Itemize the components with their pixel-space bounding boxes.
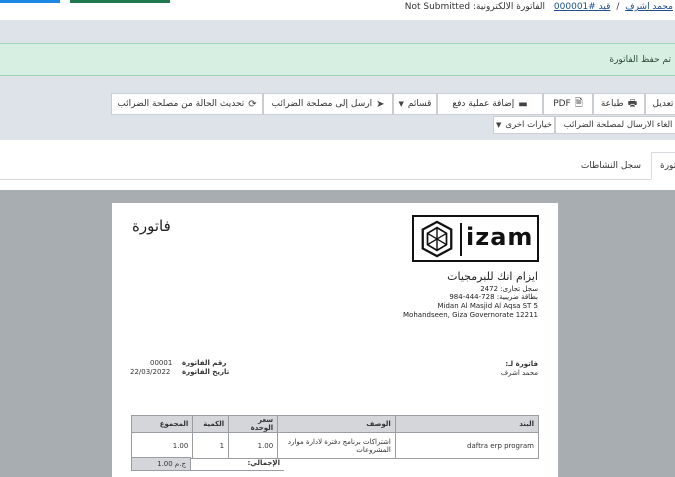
invoice-total-value: 1.00 ج.م <box>131 457 191 471</box>
bill-to-name: محمد اشرف <box>500 369 538 377</box>
line-total: 1.00 <box>130 432 194 459</box>
breadcrumb-separator: / <box>616 2 620 12</box>
company-address-line-2: Mohandseen, Giza Governorate 12211 <box>403 311 538 319</box>
invoice-heading: فاتورة <box>132 217 171 235</box>
tab-invoice-label: فاتورة <box>660 161 675 171</box>
print-label: طباعة <box>600 99 624 109</box>
invoice-total-row: 1.00 ج.م الإجمالي: <box>131 457 284 471</box>
send-to-tax-label: ارسل إلى مصلحة الضرائب <box>271 99 373 109</box>
column-header-item: البند <box>394 415 540 433</box>
company-logo: izam <box>412 215 539 262</box>
izam-logo-icon <box>421 220 453 258</box>
invoice-number: 00001 <box>150 359 173 367</box>
column-header-quantity: الكمية <box>192 415 230 433</box>
cancel-tax-send-label: الغاء الارسال لمصلحة الضرائب <box>563 120 673 130</box>
invoice-items-table: المجموع الكمية سعر الوحدة الوصف البند 1.… <box>130 415 540 459</box>
column-header-unit-price: سعر الوحدة <box>228 415 279 433</box>
logo-divider <box>460 223 462 256</box>
caret-down-icon: ▼ <box>398 100 404 108</box>
e-invoice-status: Not Submitted <box>404 2 471 12</box>
bill-to-label: فاتورة لـ: <box>505 360 538 368</box>
add-payment-button[interactable]: ▬ إضافة عملية دفع <box>437 93 543 115</box>
invoice-date: 22/03/2022 <box>130 368 171 376</box>
success-alert: تم حفظ الفاتورة <box>0 43 675 76</box>
company-address-line-1: Midan Al Masjid Al Aqsa ST 5 <box>437 302 539 310</box>
edit-label: تعديل <box>652 99 674 109</box>
logo-text: izam <box>466 223 534 251</box>
tab-activity-log[interactable]: سجل النشاطات <box>573 152 649 180</box>
breadcrumb-entry-link[interactable]: قيد #000001 <box>554 2 611 12</box>
caret-down-icon: ▼ <box>496 121 502 129</box>
commercial-register: سجل تجارى: 2472 <box>480 285 538 293</box>
breadcrumb-user-link[interactable]: محمد اشرف <box>625 2 673 12</box>
pdf-button[interactable]: 🗎 PDF <box>543 93 593 115</box>
action-toolbar: تعديل 🖶 طباعة 🗎 PDF ▬ إضافة عملية دفع قس… <box>0 90 675 140</box>
refresh-tax-status-button[interactable]: ⟳ تحديث الحالة من مصلحة الضرائب <box>111 93 263 115</box>
credit-card-icon: ▬ <box>518 98 528 110</box>
invoice-date-label: تاريخ الفاتورة <box>182 368 230 376</box>
pdf-file-icon: 🗎 <box>574 97 583 109</box>
refresh-icon: ⟳ <box>248 98 257 110</box>
templates-label: قسائم <box>407 99 432 109</box>
invoice-paper: فاتورة izam ايزام انك للبرمجيات سجل تجار… <box>112 203 558 477</box>
send-to-tax-button[interactable]: ➤ ارسل إلى مصلحة الضرائب <box>263 93 393 115</box>
tax-card: بطاقة ضريبية: 728-444-984 <box>449 293 538 301</box>
table-header-row: المجموع الكمية سعر الوحدة الوصف البند <box>130 415 540 433</box>
pdf-label: PDF <box>553 99 571 109</box>
add-payment-label: إضافة عملية دفع <box>452 99 515 109</box>
top-bar: محمد اشرف / قيد #000001 الفاتورة الالكتر… <box>0 0 675 20</box>
column-header-description: الوصف <box>277 415 396 433</box>
edit-button[interactable]: تعديل <box>645 93 675 115</box>
templates-dropdown[interactable]: قسائم ▼ <box>393 93 437 115</box>
e-invoice-label: الفاتورة الالكترونية: <box>472 2 546 12</box>
line-quantity: 1 <box>192 432 230 459</box>
printer-icon: 🖶 <box>627 97 638 109</box>
print-button[interactable]: 🖶 طباعة <box>593 93 645 115</box>
line-unit-price: 1.00 <box>228 432 279 459</box>
column-header-total: المجموع <box>130 415 194 433</box>
line-description: اشتراكات برنامج دفترة لادارة موارد المشر… <box>277 432 396 459</box>
refresh-tax-status-label: تحديث الحالة من مصلحة الضرائب <box>117 99 245 109</box>
more-options-dropdown[interactable]: خيارات اخرى ▼ <box>493 116 555 134</box>
tabs-row: فاتورة سجل النشاطات <box>0 140 675 180</box>
invoice-total-label: الإجمالي: <box>191 457 284 471</box>
invoice-number-label: رقم الفاتورة <box>182 359 227 367</box>
tab-invoice[interactable]: فاتورة <box>651 152 675 180</box>
paper-plane-icon: ➤ <box>376 98 385 110</box>
line-item: daftra erp program <box>394 432 540 459</box>
primary-button-edge[interactable] <box>0 0 60 3</box>
success-button-edge[interactable] <box>70 0 170 3</box>
breadcrumb: محمد اشرف / قيد #000001 الفاتورة الالكتر… <box>405 2 673 12</box>
more-options-label: خيارات اخرى <box>505 120 552 130</box>
company-name: ايزام انك للبرمجيات <box>447 270 538 283</box>
table-row: 1.00 1 1.00 اشتراكات برنامج دفترة لادارة… <box>130 432 540 459</box>
cancel-tax-send-button[interactable]: الغاء الارسال لمصلحة الضرائب <box>555 116 675 134</box>
alert-message: تم حفظ الفاتورة <box>609 55 671 65</box>
tab-activity-log-label: سجل النشاطات <box>580 161 641 171</box>
